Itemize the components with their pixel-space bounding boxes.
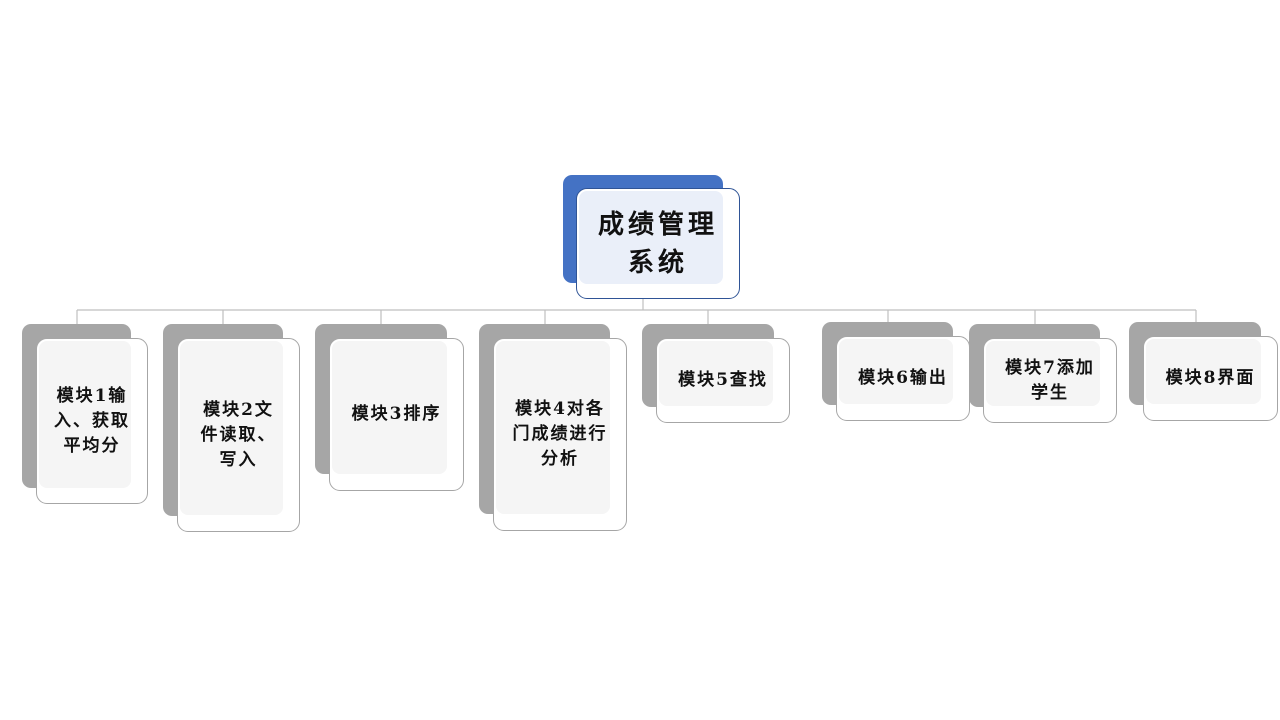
module-6-node: 模块6输出 — [836, 336, 970, 421]
module-4-label: 模块4对各 门成绩进行 分析 — [512, 399, 608, 469]
module-2-label: 模块2文 件读取、 写入 — [200, 399, 277, 470]
module-1-label: 模块1输 入、获取 平均分 — [54, 385, 130, 456]
org-chart: 成绩管理 系统 模块1输 入、获取 平均分 模块2文 件读取、 写入 模块3排序… — [0, 0, 1280, 720]
module-3-node: 模块3排序 — [329, 338, 464, 491]
module-8-label: 模块8界面 — [1165, 368, 1256, 388]
module-1-node: 模块1输 入、获取 平均分 — [36, 338, 148, 504]
module-4-node: 模块4对各 门成绩进行 分析 — [493, 338, 627, 531]
module-2-node: 模块2文 件读取、 写入 — [177, 338, 300, 532]
module-6-label: 模块6输出 — [858, 368, 948, 388]
module-7-label: 模块7添加 学生 — [1005, 357, 1095, 403]
root-node-label: 成绩管理 系统 — [597, 209, 718, 278]
root-node: 成绩管理 系统 — [576, 188, 740, 299]
module-3-label: 模块3排序 — [351, 404, 442, 424]
module-7-node: 模块7添加 学生 — [983, 338, 1117, 423]
module-5-node: 模块5查找 — [656, 338, 790, 423]
module-5-label: 模块5查找 — [678, 370, 768, 390]
module-8-node: 模块8界面 — [1143, 336, 1278, 421]
